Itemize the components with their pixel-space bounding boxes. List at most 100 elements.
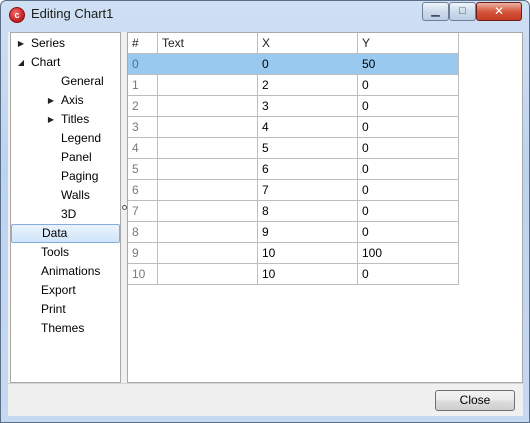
row-index-cell: 10 [128,264,158,285]
row-index-cell: 8 [128,222,158,243]
table-row[interactable]: 5 60 [128,159,459,180]
window-title: Editing Chart1 [31,6,114,21]
tree-item-tools[interactable]: Tools [11,243,120,262]
tree-item-print[interactable]: Print [11,300,120,319]
column-header[interactable]: Y [358,33,459,54]
maximize-button[interactable]: □ [449,2,476,21]
column-header[interactable]: X [258,33,358,54]
grid-cell[interactable]: 0 [258,54,358,75]
grid-cell[interactable] [158,264,258,285]
tree-item-themes[interactable]: Themes [11,319,120,338]
row-index-cell: 3 [128,117,158,138]
grid-cell[interactable]: 7 [258,180,358,201]
expand-arrow-icon[interactable]: ▶ [16,34,26,53]
tree-item-walls[interactable]: Walls [11,186,120,205]
tree-item-panel[interactable]: Panel [11,148,120,167]
grid-cell[interactable]: 50 [358,54,459,75]
grid-cell[interactable] [158,117,258,138]
tree-item-series[interactable]: ▶ Series [11,34,120,53]
grid-cell[interactable]: 5 [258,138,358,159]
table-row[interactable]: 8 90 [128,222,459,243]
row-index-cell: 0 [128,54,158,75]
tree-item-animations[interactable]: Animations [11,262,120,281]
grid-cell[interactable]: 4 [258,117,358,138]
grid-cell[interactable] [158,54,258,75]
expand-arrow-icon[interactable]: ▶ [46,110,56,129]
tree-item-3d[interactable]: 3D [11,205,120,224]
tree-item-legend[interactable]: Legend [11,129,120,148]
tree-item-label: Series [31,36,66,50]
grid-cell[interactable] [158,222,258,243]
grid-cell[interactable] [158,75,258,96]
editor-window: c Editing Chart1 ▁ □ ✕ ▶ Series ◢ Chart Gene… [0,0,530,423]
close-window-button[interactable]: ✕ [476,2,522,21]
tree-item-label: Export [41,283,76,297]
footer-divider [8,383,523,384]
grid-cell[interactable]: 0 [358,201,459,222]
row-index-cell: 4 [128,138,158,159]
tree-item-axis[interactable]: ▶ Axis [11,91,120,110]
tree-item-data[interactable]: Data [11,224,120,243]
row-index-cell: 2 [128,96,158,117]
table-row[interactable]: 4 50 [128,138,459,159]
minimize-button[interactable]: ▁ [422,2,449,21]
table-row[interactable]: 2 30 [128,96,459,117]
column-header[interactable]: # [128,33,158,54]
tree-item-label: Chart [31,55,61,69]
grid-cell[interactable] [158,96,258,117]
row-index-cell: 6 [128,180,158,201]
tree-item-paging[interactable]: Paging [11,167,120,186]
grid-cell[interactable]: 8 [258,201,358,222]
tree-item-titles[interactable]: ▶ Titles [11,110,120,129]
expand-arrow-icon[interactable]: ▶ [46,91,56,110]
grid-cell[interactable]: 10 [258,264,358,285]
table-row[interactable]: 3 40 [128,117,459,138]
grid-cell[interactable]: 0 [358,138,459,159]
grid-cell[interactable] [158,159,258,180]
row-index-cell: 5 [128,159,158,180]
collapse-arrow-icon[interactable]: ◢ [16,53,26,72]
column-header[interactable]: Text [158,33,258,54]
tree-item-export[interactable]: Export [11,281,120,300]
grid-cell[interactable] [158,138,258,159]
tree-item-general[interactable]: General [11,72,120,91]
tree-item-label: Legend [61,131,102,145]
grid-cell[interactable]: 0 [358,264,459,285]
grid-cell[interactable]: 10 [258,243,358,264]
table-row[interactable]: 9 10 100 [128,243,459,264]
table-row[interactable]: 1 20 [128,75,459,96]
grid-cell[interactable]: 2 [258,75,358,96]
grid-cell[interactable]: 0 [358,117,459,138]
dialog-client: ▶ Series ◢ Chart General ▶ Axis ▶ Titles Legend Pa… [8,32,523,416]
table-row[interactable]: 6 70 [128,180,459,201]
tree-item-label: Print [41,302,66,316]
tree-item-label: General [61,74,104,88]
grid-cell[interactable]: 100 [358,243,459,264]
grid-cell[interactable]: 6 [258,159,358,180]
tree-item-label: Tools [41,245,70,259]
grid-cell[interactable]: 0 [358,222,459,243]
grid-cell[interactable] [158,180,258,201]
table-row[interactable]: 10 10 0 [128,264,459,285]
table-row[interactable]: 0 0 50 [128,54,459,75]
tree-item-label: Axis [61,93,84,107]
title-bar[interactable]: c Editing Chart1 ▁ □ ✕ [1,1,529,27]
grid-cell[interactable]: 3 [258,96,358,117]
tree-item-label: 3D [61,207,77,221]
tree-item-label: Themes [41,321,85,335]
grid-cell[interactable]: 0 [358,96,459,117]
navigation-tree[interactable]: ▶ Series ◢ Chart General ▶ Axis ▶ Titles Legend Pa… [10,32,121,383]
table-row[interactable]: 7 80 [128,201,459,222]
close-button[interactable]: Close [435,390,515,411]
grid-header-row: # Text X Y [128,33,459,54]
grid-cell[interactable]: 0 [358,75,459,96]
row-index-cell: 7 [128,201,158,222]
tree-item-chart[interactable]: ◢ Chart [11,53,120,72]
data-grid-panel[interactable]: # Text X Y 0 0 50 1 2 0 2 3 0 3 4 0 4 5 0 5 6 0 6 7 0 7 8 0 8 9 0 9 10 10… [127,32,523,383]
tree-item-label: Walls [61,188,90,202]
grid-cell[interactable]: 0 [358,159,459,180]
grid-cell[interactable]: 9 [258,222,358,243]
grid-cell[interactable]: 0 [358,180,459,201]
grid-cell[interactable] [158,201,258,222]
grid-cell[interactable] [158,243,258,264]
